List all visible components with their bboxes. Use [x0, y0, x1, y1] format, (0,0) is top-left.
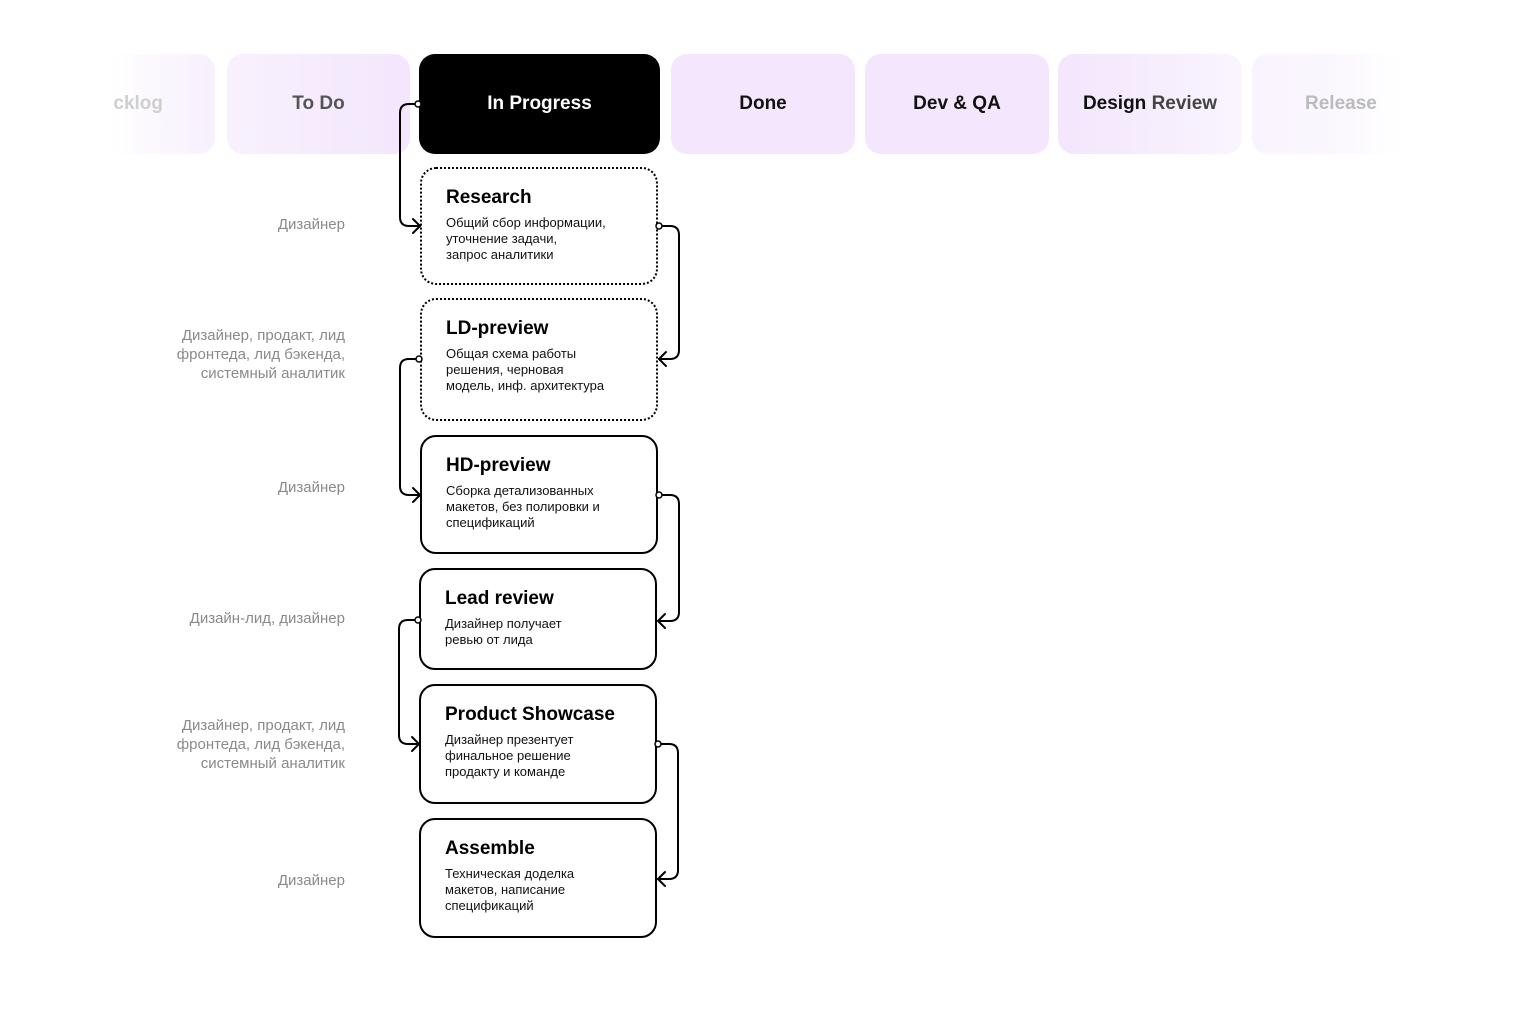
- arrow-head-icon: [411, 736, 420, 752]
- stage-description: Сборка детализованных макетов, без полир…: [446, 483, 600, 530]
- stage-description: Дизайнер получает ревью от лида: [445, 616, 562, 647]
- arrow-head-icon: [657, 613, 666, 629]
- connector-research-ld-preview: [658, 225, 680, 360]
- column-design-review[interactable]: Design Review: [1058, 54, 1242, 154]
- connector-hd-preview-lead-review: [657, 494, 680, 622]
- arrow-head-icon: [657, 871, 666, 887]
- role-label-hd-preview: Дизайнер: [277, 479, 345, 496]
- stage-description: Дизайнер презентует финальное решение пр…: [445, 732, 574, 779]
- role-label-assemble: Дизайнер: [277, 872, 345, 889]
- stage-card-product-showcase[interactable]: Product Showcase Дизайнер презентует фин…: [419, 684, 657, 804]
- stage-title: Research: [446, 187, 532, 208]
- role-label-research: Дизайнер: [277, 216, 345, 233]
- stage-description: Общая схема работы решения, черновая мод…: [446, 346, 605, 393]
- column-in-progress[interactable]: In Progress: [419, 54, 660, 154]
- connector-ld-preview-hd-preview: [399, 358, 421, 496]
- column-design-review-label-part2: Review: [1151, 93, 1218, 114]
- column-dev-qa[interactable]: Dev & QA: [865, 54, 1049, 154]
- stage-title: LD-preview: [446, 318, 549, 339]
- role-label-product-showcase: Дизайнер, продакт, лид фронтеда, лид бэк…: [176, 717, 345, 772]
- column-done-label: Done: [739, 93, 787, 114]
- connector-product-showcase-assemble: [657, 743, 679, 880]
- stage-title: Assemble: [445, 838, 535, 859]
- column-release[interactable]: Release: [1252, 54, 1402, 154]
- role-label-ld-preview: Дизайнер, продакт, лид фронтеда, лид бэк…: [176, 327, 345, 382]
- column-design-review-label-part1: Design: [1082, 93, 1152, 114]
- stage-card-research[interactable]: Research Общий сбор информации, уточнени…: [420, 167, 658, 285]
- connector-lead-review-product-showcase: [398, 619, 420, 745]
- column-todo-label: To Do: [292, 93, 345, 114]
- stage-title: Product Showcase: [445, 704, 615, 725]
- stage-description: Общий сбор информации, уточнение задачи,…: [446, 215, 606, 262]
- column-release-label: Release: [1305, 93, 1377, 114]
- arrow-head-icon: [412, 487, 421, 503]
- column-backlog[interactable]: cklog: [110, 54, 215, 154]
- stage-card-assemble[interactable]: Assemble Техническая доделка макетов, на…: [419, 818, 657, 938]
- stage-title: HD-preview: [446, 455, 551, 476]
- role-label-lead-review: Дизайн-лид, дизайнер: [189, 610, 345, 627]
- column-dev-qa-label: Dev & QA: [913, 93, 1001, 114]
- column-design-review-label: Design Review: [1083, 93, 1217, 115]
- stage-card-hd-preview[interactable]: HD-preview Сборка детализованных макетов…: [420, 435, 658, 554]
- arrow-head-icon: [412, 218, 421, 234]
- stage-card-lead-review[interactable]: Lead review Дизайнер получает ревью от л…: [419, 568, 657, 670]
- column-todo[interactable]: To Do: [227, 54, 410, 154]
- stage-title: Lead review: [445, 588, 554, 609]
- arrow-head-icon: [658, 351, 667, 367]
- column-backlog-label: cklog: [113, 93, 163, 114]
- column-in-progress-label: In Progress: [487, 93, 592, 114]
- stage-description: Техническая доделка макетов, написание с…: [445, 866, 575, 913]
- stage-card-ld-preview[interactable]: LD-preview Общая схема работы решения, ч…: [420, 298, 658, 421]
- column-done[interactable]: Done: [671, 54, 855, 154]
